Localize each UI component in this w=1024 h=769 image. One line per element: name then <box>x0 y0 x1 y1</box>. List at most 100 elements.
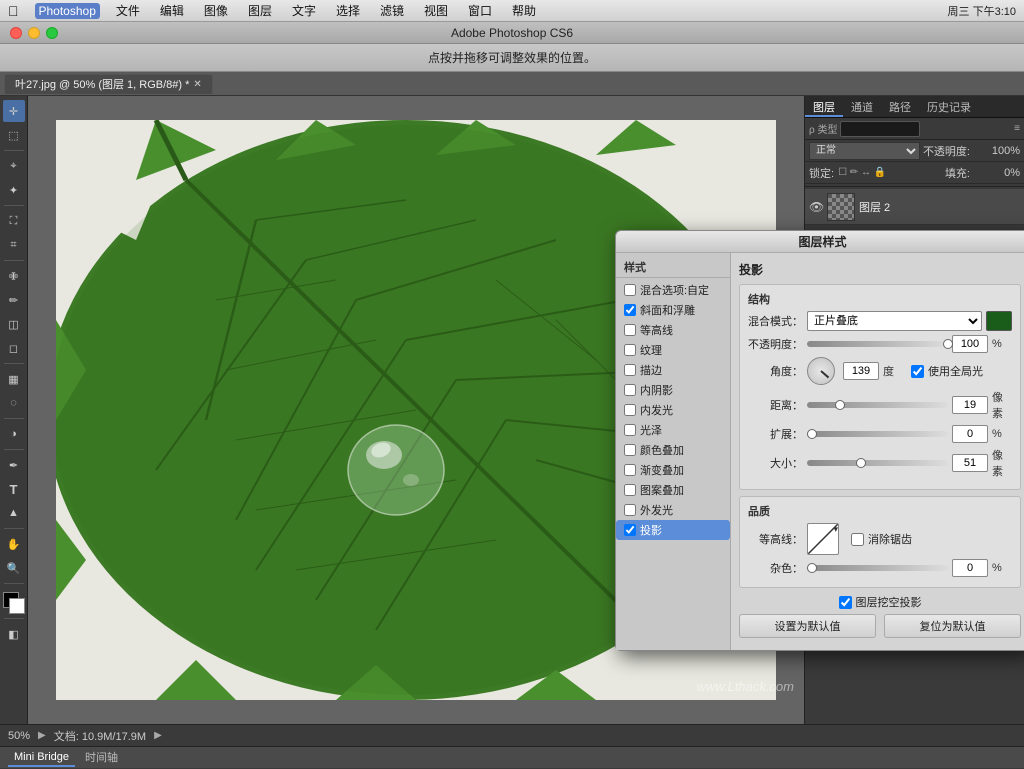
distance-slider[interactable] <box>807 402 948 408</box>
style-drop-shadow-checkbox[interactable] <box>624 524 636 536</box>
noise-slider[interactable] <box>807 565 948 571</box>
menu-text[interactable]: 文字 <box>288 2 320 19</box>
layer-search[interactable] <box>840 121 920 137</box>
layer-visibility-icon[interactable]: 👁 <box>809 200 823 214</box>
menu-file[interactable]: 文件 <box>112 2 144 19</box>
spread-slider[interactable] <box>807 431 948 437</box>
menu-view[interactable]: 视图 <box>420 2 452 19</box>
spread-slider-thumb[interactable] <box>807 429 817 439</box>
drop-shadow-blend-select[interactable]: 正片叠底 <box>807 311 982 331</box>
style-inner-glow[interactable]: 内发光 <box>616 400 730 420</box>
set-default-button[interactable]: 设置为默认值 <box>739 614 876 638</box>
document-tab[interactable]: 叶27.jpg @ 50% (图层 1, RGB/8#) * ✕ <box>4 74 213 94</box>
style-texture-checkbox[interactable] <box>624 344 636 356</box>
tab-close-icon[interactable]: ✕ <box>193 79 201 90</box>
menu-filter[interactable]: 滤镜 <box>376 2 408 19</box>
style-texture[interactable]: 纹理 <box>616 340 730 360</box>
pen-tool[interactable]: ✒ <box>3 454 25 476</box>
eyedropper-tool[interactable]: ⌗ <box>3 234 25 256</box>
style-gradient-overlay-checkbox[interactable] <box>624 464 636 476</box>
background-color[interactable] <box>9 598 25 614</box>
style-bevel-emboss[interactable]: 斜面和浮雕 <box>616 300 730 320</box>
contour-preview[interactable]: ▾ <box>807 523 839 555</box>
style-color-overlay-checkbox[interactable] <box>624 444 636 456</box>
panel-tab-layers[interactable]: 图层 <box>805 96 843 117</box>
brush-tool[interactable]: ✏ <box>3 289 25 311</box>
eraser-tool[interactable]: ◻ <box>3 337 25 359</box>
shadow-color-box[interactable] <box>986 311 1012 331</box>
blur-tool[interactable]: ◌ <box>3 392 25 414</box>
style-pattern-overlay-checkbox[interactable] <box>624 484 636 496</box>
layer-item[interactable]: 👁 图层 2 <box>805 189 1024 225</box>
style-satin[interactable]: 光泽 <box>616 420 730 440</box>
style-bevel-checkbox[interactable] <box>624 304 636 316</box>
menu-layer[interactable]: 图层 <box>244 2 276 19</box>
heal-tool[interactable]: ✙ <box>3 265 25 287</box>
stamp-tool[interactable]: ◫ <box>3 313 25 335</box>
menu-help[interactable]: 帮助 <box>508 2 540 19</box>
dodge-tool[interactable]: ◑ <box>3 423 25 445</box>
reset-default-button[interactable]: 复位为默认值 <box>884 614 1021 638</box>
zoom-tool[interactable]: 🔍 <box>3 557 25 579</box>
distance-slider-thumb[interactable] <box>835 400 845 410</box>
size-slider-thumb[interactable] <box>856 458 866 468</box>
blend-mode-select[interactable]: 正常 <box>809 142 920 160</box>
style-blend-options[interactable]: 混合选项:自定 <box>616 280 730 300</box>
magic-wand-tool[interactable]: ✦ <box>3 179 25 201</box>
style-outer-glow[interactable]: 外发光 <box>616 500 730 520</box>
angle-input[interactable] <box>843 362 879 380</box>
opacity-slider-thumb[interactable] <box>943 339 953 349</box>
panel-tab-paths[interactable]: 路径 <box>881 96 919 117</box>
style-outer-glow-checkbox[interactable] <box>624 504 636 516</box>
style-pattern-overlay[interactable]: 图案叠加 <box>616 480 730 500</box>
menu-select[interactable]: 选择 <box>332 2 364 19</box>
size-slider[interactable] <box>807 460 948 466</box>
quick-mask-tool[interactable]: ◧ <box>3 623 25 645</box>
crop-tool[interactable]: ⛶ <box>3 210 25 232</box>
panel-options-icon[interactable]: ≡ <box>1014 123 1020 134</box>
menu-image[interactable]: 图像 <box>200 2 232 19</box>
style-inner-glow-checkbox[interactable] <box>624 404 636 416</box>
knockout-checkbox[interactable] <box>839 596 852 609</box>
spread-input[interactable] <box>952 425 988 443</box>
menu-window[interactable]: 窗口 <box>464 2 496 19</box>
noise-input[interactable] <box>952 559 988 577</box>
style-stroke[interactable]: 描边 <box>616 360 730 380</box>
style-color-overlay[interactable]: 颜色叠加 <box>616 440 730 460</box>
select-tool[interactable]: ⬚ <box>3 124 25 146</box>
statusbar-nav-icon[interactable]: ▶ <box>38 730 46 741</box>
style-satin-checkbox[interactable] <box>624 424 636 436</box>
size-input[interactable] <box>952 454 988 472</box>
style-inner-shadow-checkbox[interactable] <box>624 384 636 396</box>
angle-dial[interactable] <box>807 357 835 385</box>
lasso-tool[interactable]: ⌖ <box>3 155 25 177</box>
bottom-tab-timeline[interactable]: 时间轴 <box>79 747 124 769</box>
style-gradient-overlay[interactable]: 渐变叠加 <box>616 460 730 480</box>
hand-tool[interactable]: ✋ <box>3 533 25 555</box>
shape-tool[interactable]: ▲ <box>3 502 25 524</box>
style-inner-shadow[interactable]: 内阴影 <box>616 380 730 400</box>
style-contour-checkbox[interactable] <box>624 324 636 336</box>
style-drop-shadow[interactable]: 投影 <box>616 520 730 540</box>
apple-logo[interactable]:  <box>8 3 19 19</box>
distance-input[interactable] <box>952 396 988 414</box>
panel-tab-history[interactable]: 历史记录 <box>919 96 979 117</box>
opacity-input[interactable] <box>952 335 988 353</box>
bottom-tab-minibridge[interactable]: Mini Bridge <box>8 749 75 767</box>
move-tool[interactable]: ✛ <box>3 100 25 122</box>
panel-tab-channels[interactable]: 通道 <box>843 96 881 117</box>
maximize-button[interactable] <box>46 27 58 39</box>
color-swatches[interactable] <box>3 592 25 614</box>
minimize-button[interactable] <box>28 27 40 39</box>
anti-alias-checkbox[interactable] <box>851 533 864 546</box>
statusbar-more-icon[interactable]: ▶ <box>154 730 162 741</box>
noise-slider-thumb[interactable] <box>807 563 817 573</box>
gradient-tool[interactable]: ▦ <box>3 368 25 390</box>
style-blend-checkbox[interactable] <box>624 284 636 296</box>
menu-photoshop[interactable]: Photoshop <box>35 3 100 19</box>
use-global-light-checkbox[interactable] <box>911 365 924 378</box>
text-tool[interactable]: T <box>3 478 25 500</box>
close-button[interactable] <box>10 27 22 39</box>
style-contour[interactable]: 等高线 <box>616 320 730 340</box>
opacity-slider[interactable] <box>807 341 948 347</box>
